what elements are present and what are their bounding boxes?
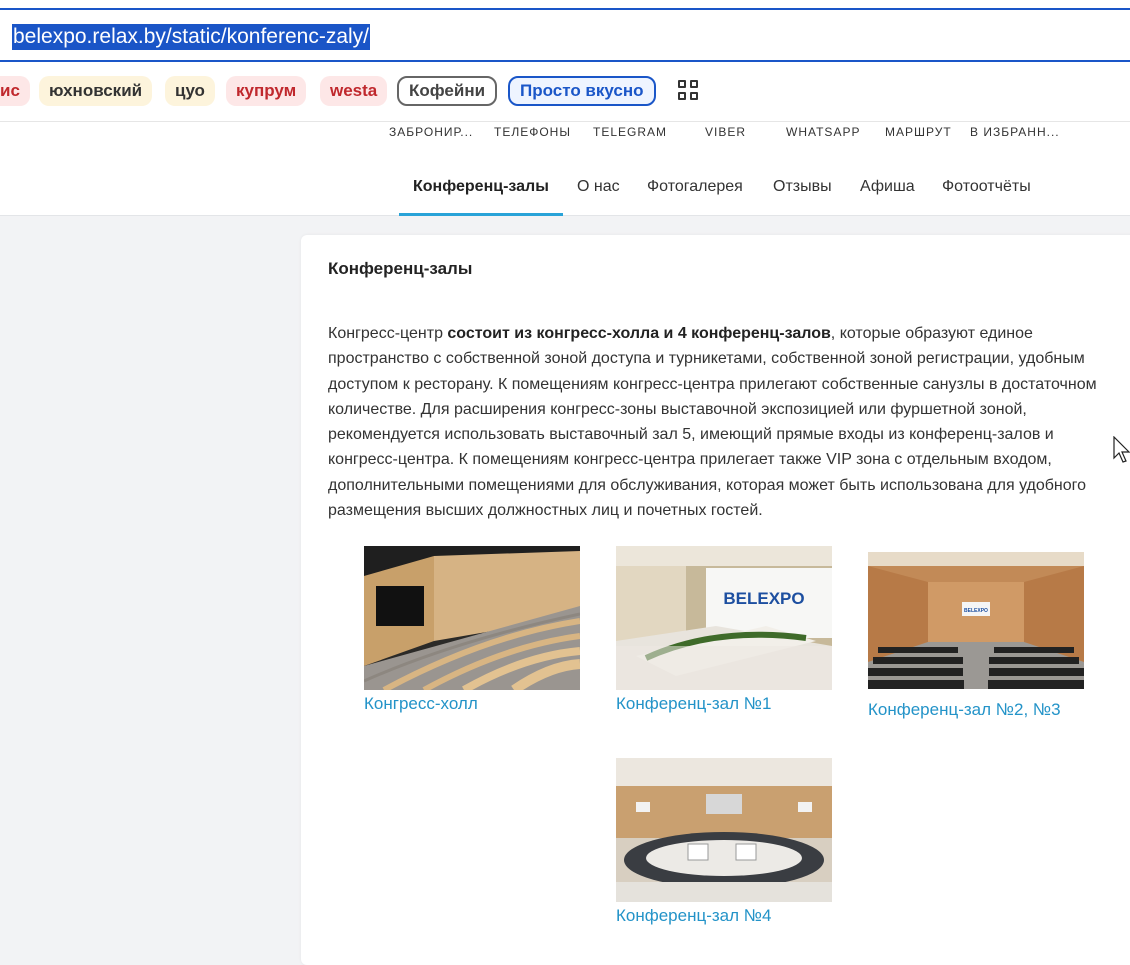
bookmark-prosto-vkusno[interactable]: Просто вкусно (508, 76, 656, 106)
util-link-book[interactable]: ЗАБРОНИР... (389, 125, 473, 139)
intro-rest: , которые образуют единое пространство с… (328, 325, 1097, 520)
util-link-phones[interactable]: ТЕЛЕФОНЫ (494, 125, 571, 139)
intro-paragraph: Конгресс-центр состоит из конгресс-холла… (328, 321, 1128, 523)
site-header: ЗАБРОНИР... ТЕЛЕФОНЫ TELEGRAM VIBER WHAT… (0, 120, 1130, 216)
bookmark-westa[interactable]: westa (320, 76, 388, 106)
bookmark-is[interactable]: ис (0, 76, 30, 106)
hall-link-2-3[interactable]: Конференц-зал №2, №3 (868, 700, 1084, 720)
hall-tile-4[interactable]: Конференц-зал №4 (616, 758, 832, 926)
address-bar[interactable]: belexpo.relax.by/static/konferenc-zaly/ (0, 8, 1130, 62)
screen-logo-text: BELEXPO (723, 589, 804, 608)
util-link-whatsapp[interactable]: WHATSAPP (786, 125, 860, 139)
bookmark-yukhnovsky[interactable]: юхновский (39, 76, 153, 106)
hall-tile-2-3[interactable]: BELEXPO Конференц-зал №2, №3 (868, 552, 1084, 720)
hall-tile-congress[interactable]: Конгресс-холл (364, 546, 580, 714)
content-card: Конференц-залы Конгресс-центр состоит из… (301, 235, 1130, 965)
hall-link-1[interactable]: Конференц-зал №1 (616, 694, 832, 714)
apps-grid-icon[interactable] (678, 80, 700, 102)
header-divider (0, 121, 1130, 122)
browser-top-strip (0, 0, 1130, 8)
hall-1-photo[interactable]: BELEXPO (616, 546, 832, 690)
util-link-favorites[interactable]: В ИЗБРАНН... (970, 125, 1060, 139)
mouse-cursor-icon (1113, 436, 1130, 463)
nav-conference-halls[interactable]: Конференц-залы (413, 178, 549, 196)
util-link-route[interactable]: МАРШРУТ (885, 125, 952, 139)
screen-logo-text-small: BELEXPO (964, 608, 988, 614)
hall-link-congress[interactable]: Конгресс-холл (364, 694, 580, 714)
bookmark-kuprum[interactable]: купрум (226, 76, 307, 106)
nav-afisha[interactable]: Афиша (860, 178, 915, 196)
hall-4-photo[interactable] (616, 758, 832, 902)
nav-about[interactable]: О нас (577, 178, 620, 196)
bookmark-tsuo[interactable]: цуо (165, 76, 215, 106)
util-link-telegram[interactable]: TELEGRAM (593, 125, 667, 139)
page-title: Конференц-залы (328, 259, 473, 278)
util-link-viber[interactable]: VIBER (705, 125, 746, 139)
url-text[interactable]: belexpo.relax.by/static/konferenc-zaly/ (12, 24, 371, 50)
hall-tile-1[interactable]: BELEXPO Конференц-зал №1 (616, 546, 832, 714)
intro-bold: состоит из конгресс-холла и 4 конференц-… (447, 325, 831, 342)
congress-hall-photo[interactable] (364, 546, 580, 690)
active-tab-indicator (399, 213, 563, 216)
bookmark-kofeyni[interactable]: Кофейни (397, 76, 498, 106)
nav-gallery[interactable]: Фотогалерея (647, 178, 743, 196)
bookmarks-bar: ис юхновский цуо купрум westa Кофейни Пр… (0, 62, 1130, 120)
nav-photo-reports[interactable]: Фотоотчёты (942, 178, 1031, 196)
nav-reviews[interactable]: Отзывы (773, 178, 832, 196)
intro-prefix: Конгресс-центр (328, 325, 448, 342)
hall-2-3-photo[interactable]: BELEXPO (868, 552, 1084, 689)
hall-link-4[interactable]: Конференц-зал №4 (616, 906, 832, 926)
